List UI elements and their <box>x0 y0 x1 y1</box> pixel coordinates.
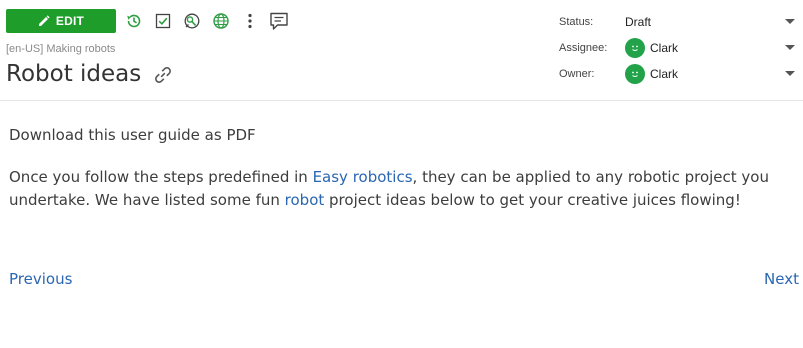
review-button[interactable] <box>181 9 203 33</box>
language-button[interactable] <box>210 9 232 33</box>
more-icon <box>248 13 252 29</box>
globe-icon <box>213 13 229 29</box>
user-face-icon <box>632 45 638 51</box>
history-button[interactable] <box>123 9 145 33</box>
owner-avatar <box>625 64 645 84</box>
pencil-icon <box>38 15 50 26</box>
status-dropdown-caret[interactable] <box>785 19 795 24</box>
easy-robotics-link[interactable]: Easy robotics <box>313 168 413 186</box>
task-button[interactable] <box>152 9 174 33</box>
status-dropdown[interactable]: Draft <box>625 15 799 29</box>
status-label: Status: <box>559 16 594 28</box>
owner-row: Owner: Clark <box>559 64 799 84</box>
edit-button[interactable]: EDIT <box>6 9 116 33</box>
comment-icon <box>270 12 288 30</box>
owner-dropdown[interactable]: Clark <box>625 64 799 84</box>
checkbox-icon <box>155 13 171 29</box>
previous-link[interactable]: Previous <box>9 270 72 288</box>
more-options-button[interactable] <box>239 9 261 33</box>
assignee-value: Clark <box>650 41 679 55</box>
assignee-dropdown[interactable]: Clark <box>625 38 799 58</box>
intro-paragraph: Once you follow the steps predefined in … <box>9 166 789 212</box>
user-face-icon <box>632 71 638 77</box>
comments-button[interactable] <box>268 9 290 33</box>
assignee-avatar <box>625 38 645 58</box>
page-header: EDIT [en-US] Making robots Robot ideas S… <box>0 0 803 101</box>
next-link[interactable]: Next <box>764 270 799 288</box>
assignee-row: Assignee: Clark <box>559 38 799 58</box>
owner-label: Owner: <box>559 68 595 80</box>
assignee-label: Assignee: <box>559 42 608 54</box>
para-text-1: Once you follow the steps predefined in <box>9 168 313 186</box>
para-text-3: project ideas below to get your creative… <box>324 191 741 209</box>
page-title: Robot ideas <box>6 61 142 87</box>
link-icon <box>155 67 172 83</box>
robot-link[interactable]: robot <box>285 191 325 209</box>
review-icon <box>184 13 200 29</box>
status-value: Draft <box>625 15 652 29</box>
copy-link-button[interactable] <box>153 65 173 85</box>
owner-dropdown-caret[interactable] <box>785 71 795 76</box>
breadcrumb[interactable]: [en-US] Making robots <box>6 43 115 55</box>
history-icon <box>127 14 141 28</box>
owner-value: Clark <box>650 67 679 81</box>
status-row: Status: Draft <box>559 12 799 32</box>
toolbar: EDIT <box>6 9 290 33</box>
assignee-dropdown-caret[interactable] <box>785 45 795 50</box>
download-pdf-text[interactable]: Download this user guide as PDF <box>9 126 256 144</box>
title-row: Robot ideas <box>6 61 173 87</box>
edit-button-label: EDIT <box>55 14 85 28</box>
